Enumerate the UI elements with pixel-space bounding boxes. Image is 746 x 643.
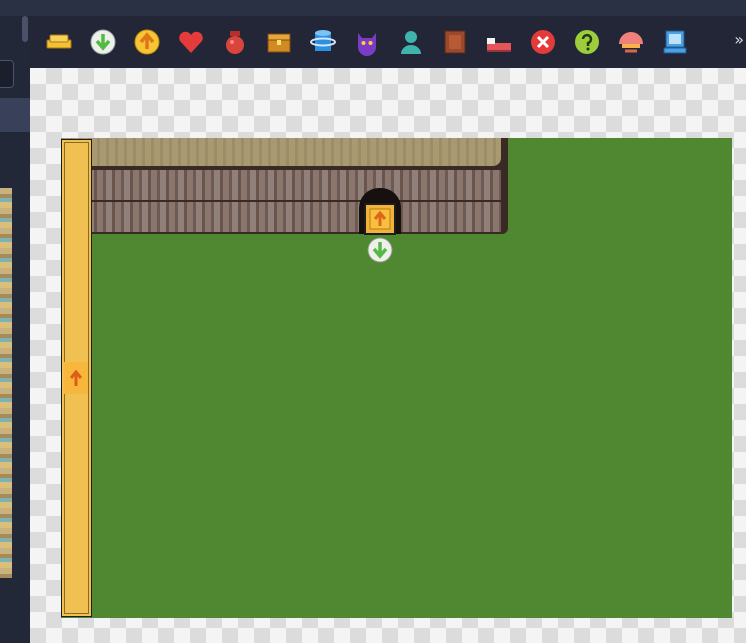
- warp-cylinder-icon[interactable]: [306, 25, 340, 59]
- bed-icon[interactable]: [482, 25, 516, 59]
- potion-jar-icon[interactable]: [218, 25, 252, 59]
- arrow-down-icon: [367, 237, 393, 263]
- heart-icon[interactable]: [174, 25, 208, 59]
- gold-bars-icon[interactable]: [42, 25, 76, 59]
- arrow-down-icon[interactable]: [86, 25, 120, 59]
- tileset-preview[interactable]: [0, 188, 12, 578]
- cliff-top-ledge: [61, 138, 501, 166]
- left-panel: [0, 16, 30, 643]
- cave-transfer-event[interactable]: [364, 203, 396, 235]
- event-toolbar: »: [30, 16, 746, 69]
- ladder-transfer-event[interactable]: [64, 362, 88, 394]
- shell-icon[interactable]: [614, 25, 648, 59]
- question-icon[interactable]: [570, 25, 604, 59]
- npc-person-icon[interactable]: [394, 25, 428, 59]
- demon-mask-icon[interactable]: [350, 25, 384, 59]
- left-panel-selected-row[interactable]: [0, 98, 30, 132]
- rock-cliff: [61, 138, 508, 234]
- toolbar-more-button[interactable]: »: [734, 30, 744, 49]
- player-start-event[interactable]: [366, 236, 394, 264]
- door-icon[interactable]: [438, 25, 472, 59]
- treasure-chest-icon[interactable]: [262, 25, 296, 59]
- left-panel-scrollbar[interactable]: [22, 16, 28, 42]
- window-top-strip: [0, 0, 746, 16]
- close-x-icon[interactable]: [526, 25, 560, 59]
- cliff-face-lower: [61, 202, 501, 232]
- left-panel-input[interactable]: [0, 60, 14, 88]
- arrow-up-icon[interactable]: [130, 25, 164, 59]
- arrow-up-icon: [369, 208, 391, 230]
- computer-icon[interactable]: [658, 25, 692, 59]
- cliff-face-upper: [61, 170, 501, 200]
- arrow-up-icon: [69, 369, 83, 386]
